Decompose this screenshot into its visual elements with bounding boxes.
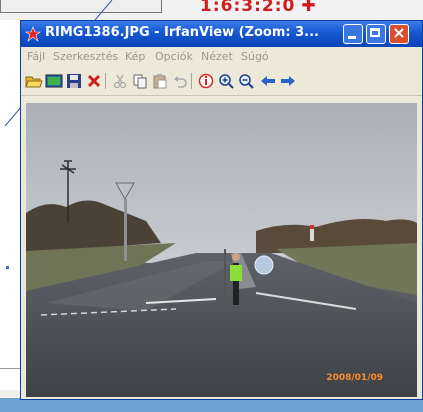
minimize-icon	[348, 36, 356, 39]
minimize-button[interactable]	[343, 24, 363, 44]
menu-options[interactable]: Opciók	[155, 50, 193, 63]
irfanview-app-icon[interactable]	[25, 26, 41, 42]
menu-view[interactable]: Nézet	[201, 50, 233, 63]
next-arrow-icon[interactable]	[279, 72, 297, 90]
zoom-out-icon[interactable]	[237, 72, 255, 90]
previous-arrow-icon[interactable]	[259, 72, 277, 90]
paste-icon[interactable]	[151, 72, 169, 90]
close-icon: ×	[392, 23, 406, 42]
menu-help[interactable]: Súgó	[241, 50, 269, 63]
open-folder-icon[interactable]	[25, 72, 43, 90]
maximize-button[interactable]	[366, 24, 386, 44]
copy-icon[interactable]	[131, 72, 149, 90]
toolbar	[21, 67, 422, 96]
close-button[interactable]: ×	[389, 23, 409, 44]
irfanview-window[interactable]: RIMG1386.JPG - IrfanView (Zoom: 3... × F…	[20, 20, 423, 400]
delete-icon[interactable]	[85, 72, 103, 90]
road-photo	[26, 103, 417, 397]
toolbar-separator	[191, 73, 192, 89]
thumbnails-icon[interactable]	[45, 72, 63, 90]
photo-date-stamp: 2008/01/09	[326, 373, 383, 383]
toolbar-separator	[105, 73, 106, 89]
window-title: RIMG1386.JPG - IrfanView (Zoom: 3...	[45, 25, 319, 40]
cut-icon[interactable]	[111, 72, 129, 90]
maximize-icon	[370, 28, 380, 37]
menu-file[interactable]: Fájl	[27, 50, 45, 63]
menu-bar: Fájl Szerkesztés Kép Opciók Nézet Súgó	[21, 47, 422, 67]
menu-edit[interactable]: Szerkesztés	[53, 50, 118, 63]
image-viewport[interactable]: 2008/01/09	[26, 103, 417, 397]
undo-icon[interactable]	[171, 72, 189, 90]
info-icon[interactable]	[197, 72, 215, 90]
zoom-in-icon[interactable]	[217, 72, 235, 90]
menu-image[interactable]: Kép	[125, 50, 145, 63]
title-bar[interactable]: RIMG1386.JPG - IrfanView (Zoom: 3... ×	[21, 21, 422, 47]
save-icon[interactable]	[65, 72, 83, 90]
